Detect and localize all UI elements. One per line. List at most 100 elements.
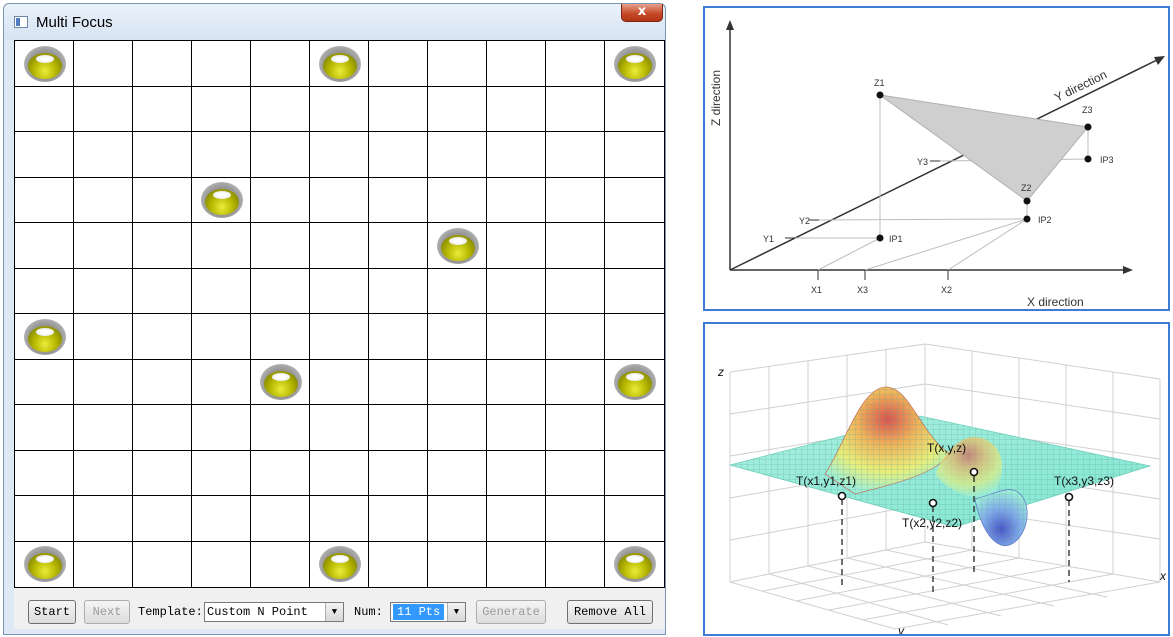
- grid-cell[interactable]: [133, 223, 192, 269]
- grid-cell[interactable]: [192, 132, 251, 178]
- grid-cell[interactable]: [133, 86, 192, 132]
- grid-cell[interactable]: [605, 451, 664, 496]
- focus-point-icon[interactable]: [23, 45, 66, 82]
- remove-all-button[interactable]: Remove All: [567, 600, 653, 624]
- focus-point-icon[interactable]: [318, 546, 361, 583]
- grid-cell[interactable]: [546, 132, 605, 178]
- grid-cell[interactable]: [310, 314, 369, 360]
- grid-cell[interactable]: [487, 405, 546, 451]
- grid-cell[interactable]: [605, 223, 664, 269]
- grid-cell[interactable]: [251, 496, 310, 542]
- grid-cell[interactable]: [251, 405, 310, 451]
- close-button[interactable]: x: [621, 4, 663, 22]
- grid-cell[interactable]: [251, 541, 310, 587]
- grid-cell[interactable]: [15, 496, 74, 542]
- focus-point-icon[interactable]: [436, 227, 479, 264]
- grid-cell[interactable]: [428, 405, 487, 451]
- grid-cell[interactable]: [15, 268, 74, 314]
- grid-cell[interactable]: [428, 496, 487, 542]
- grid-cell[interactable]: [74, 223, 133, 269]
- grid-cell[interactable]: [192, 223, 251, 269]
- grid-cell[interactable]: [15, 223, 74, 269]
- grid-cell[interactable]: [487, 496, 546, 542]
- grid-cell[interactable]: [487, 86, 546, 132]
- grid-cell[interactable]: [251, 41, 310, 87]
- grid-cell[interactable]: [15, 86, 74, 132]
- grid-cell[interactable]: [251, 223, 310, 269]
- grid-cell[interactable]: [605, 314, 664, 360]
- grid-cell[interactable]: [310, 359, 369, 405]
- chevron-down-icon[interactable]: ▼: [447, 603, 465, 621]
- grid-cell[interactable]: [192, 405, 251, 451]
- grid-cell[interactable]: [369, 496, 428, 542]
- grid-cell[interactable]: [546, 314, 605, 360]
- grid-cell[interactable]: [428, 541, 487, 587]
- grid-cell[interactable]: [15, 359, 74, 405]
- grid-cell[interactable]: [369, 450, 428, 496]
- grid-cell[interactable]: [369, 541, 428, 587]
- grid-cell[interactable]: [428, 132, 487, 178]
- grid-cell[interactable]: [74, 314, 133, 360]
- grid-cell[interactable]: [74, 132, 133, 178]
- grid-cell[interactable]: [133, 450, 192, 496]
- grid-cell[interactable]: [369, 177, 428, 223]
- grid-cell[interactable]: [74, 268, 133, 314]
- grid-cell[interactable]: [546, 496, 605, 542]
- grid-cell[interactable]: [487, 223, 546, 269]
- grid-cell[interactable]: [428, 177, 487, 223]
- grid-cell[interactable]: [251, 132, 310, 178]
- grid-cell[interactable]: [310, 496, 369, 542]
- grid-cell[interactable]: [74, 41, 133, 87]
- grid-cell[interactable]: [487, 359, 546, 405]
- grid-cell[interactable]: [133, 41, 192, 87]
- generate-button[interactable]: Generate: [476, 600, 546, 624]
- grid-cell[interactable]: [133, 268, 192, 314]
- grid-cell[interactable]: [310, 405, 369, 451]
- grid-cell[interactable]: [310, 223, 369, 269]
- focus-grid[interactable]: [14, 40, 665, 588]
- grid-cell[interactable]: [369, 405, 428, 451]
- grid-cell[interactable]: [133, 359, 192, 405]
- grid-cell[interactable]: [546, 177, 605, 223]
- grid-cell[interactable]: [74, 541, 133, 587]
- grid-cell[interactable]: [74, 450, 133, 496]
- grid-cell[interactable]: [192, 314, 251, 360]
- grid-cell[interactable]: [15, 405, 74, 451]
- template-select[interactable]: Custom N Point ▼: [204, 602, 344, 622]
- grid-cell[interactable]: [487, 541, 546, 587]
- grid-cell[interactable]: [369, 86, 428, 132]
- grid-cell[interactable]: [546, 541, 605, 587]
- grid-cell[interactable]: [487, 177, 546, 223]
- grid-cell[interactable]: [369, 314, 428, 360]
- grid-cell[interactable]: [605, 87, 664, 132]
- grid-cell[interactable]: [310, 268, 369, 314]
- grid-cell[interactable]: [487, 132, 546, 178]
- grid-cell[interactable]: [133, 405, 192, 451]
- grid-cell[interactable]: [251, 314, 310, 360]
- focus-point-icon[interactable]: [613, 546, 656, 583]
- grid-cell[interactable]: [133, 177, 192, 223]
- grid-cell[interactable]: [74, 496, 133, 542]
- grid-cell[interactable]: [310, 86, 369, 132]
- grid-cell[interactable]: [428, 41, 487, 87]
- grid-cell[interactable]: [546, 223, 605, 269]
- focus-point-icon[interactable]: [23, 318, 66, 355]
- grid-cell[interactable]: [369, 268, 428, 314]
- grid-cell[interactable]: [428, 450, 487, 496]
- grid-cell[interactable]: [605, 405, 664, 451]
- grid-cell[interactable]: [605, 496, 664, 542]
- grid-cell[interactable]: [546, 41, 605, 87]
- grid-cell[interactable]: [369, 41, 428, 87]
- grid-cell[interactable]: [310, 450, 369, 496]
- focus-point-icon[interactable]: [613, 364, 656, 401]
- grid-cell[interactable]: [192, 359, 251, 405]
- grid-cell[interactable]: [369, 132, 428, 178]
- focus-point-icon[interactable]: [318, 45, 361, 82]
- grid-cell[interactable]: [192, 86, 251, 132]
- num-select[interactable]: 11 Pts ▼: [390, 602, 466, 622]
- grid-cell[interactable]: [133, 314, 192, 360]
- grid-cell[interactable]: [251, 86, 310, 132]
- grid-cell[interactable]: [428, 268, 487, 314]
- grid-cell[interactable]: [546, 405, 605, 451]
- grid-cell[interactable]: [310, 132, 369, 178]
